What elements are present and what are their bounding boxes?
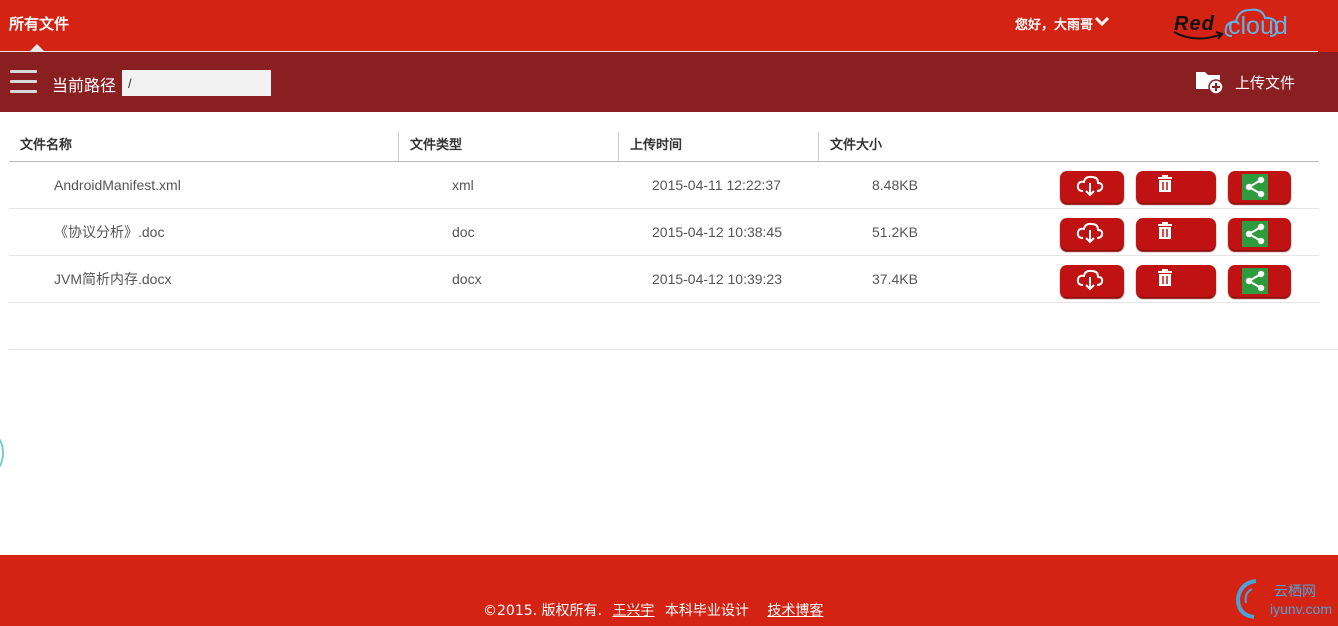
column-header-time[interactable]: 上传时间 [618,132,818,161]
table-row: JVM简析内存.docx docx 2015-04-12 10:39:23 37… [9,256,1319,303]
cloud-download-icon [1076,269,1104,291]
table-bottom-divider [9,349,1338,350]
share-icon [1242,174,1268,200]
share-button[interactable] [1228,218,1291,250]
current-path-input[interactable] [122,70,271,96]
watermark-text-top: 云栖网 [1274,584,1316,600]
file-type: docx [452,271,482,287]
file-type: doc [452,224,475,240]
trash-icon [1158,269,1172,286]
chevron-down-icon[interactable] [1094,13,1110,29]
upload-time: 2015-04-12 10:39:23 [652,271,782,287]
page-footer: ©2015. 版权所有. 王兴宇 本科毕业设计 技术博客 云栖网 iyunv.c… [0,555,1338,626]
share-icon [1242,221,1268,247]
column-header-size[interactable]: 文件大小 [818,132,1018,161]
file-type: xml [452,177,474,193]
logo-text-cloud: cloud [1228,12,1288,40]
file-name[interactable]: AndroidManifest.xml [54,162,181,208]
path-bar: 当前路径 上传文件 [0,52,1338,112]
user-greeting[interactable]: 您好，大雨哥 [1015,14,1093,33]
delete-button[interactable] [1136,265,1216,297]
footer-author-link[interactable]: 王兴宇 [612,603,654,619]
footer-credits: ©2015. 版权所有. 王兴宇 本科毕业设计 技术博客 [483,600,829,620]
file-table-header: 文件名称 文件类型 上传时间 文件大小 [9,132,1319,162]
delete-button[interactable] [1136,218,1216,250]
upload-time: 2015-04-12 10:38:45 [652,224,782,240]
trash-icon [1158,175,1172,192]
share-button[interactable] [1228,171,1291,203]
table-row: AndroidManifest.xml xml 2015-04-11 12:22… [9,162,1319,209]
upload-file-label: 上传文件 [1235,73,1296,92]
footer-copyright: ©2015. 版权所有. [483,603,602,619]
file-name[interactable]: JVM简析内存.docx [54,256,171,302]
watermark-text-bottom: iyunv.com [1270,601,1332,617]
delete-button[interactable] [1136,171,1216,203]
file-size: 37.4KB [872,271,918,287]
download-button[interactable] [1060,265,1124,297]
redcloud-logo: Red cloud [1172,2,1288,44]
file-name[interactable]: 《协议分析》.doc [54,209,164,255]
site-watermark: 云栖网 iyunv.com [1234,575,1338,623]
table-row: 《协议分析》.doc doc 2015-04-12 10:38:45 51.2K… [9,209,1319,256]
column-header-name[interactable]: 文件名称 [9,132,398,161]
file-size: 51.2KB [872,224,918,240]
footer-project-note: 本科毕业设计 [664,603,749,619]
trash-icon [1158,222,1172,239]
top-header: 所有文件 您好，大雨哥 Red cloud [0,0,1338,52]
watermark-swirl-icon [1235,579,1257,619]
share-icon [1242,268,1268,294]
hamburger-menu-icon[interactable] [10,70,37,94]
logo-text-red: Red [1174,13,1215,35]
download-button[interactable] [1060,218,1124,250]
nav-all-files[interactable]: 所有文件 [9,13,69,34]
footer-blog-link[interactable]: 技术博客 [767,603,823,619]
upload-time: 2015-04-11 12:22:37 [652,177,781,193]
current-path-label: 当前路径 [52,76,117,95]
share-button[interactable] [1228,265,1291,297]
folder-add-icon [1196,72,1224,95]
upload-file-button[interactable]: 上传文件 [1195,68,1295,96]
file-size: 8.48KB [872,177,918,193]
side-widget-tab[interactable] [0,435,4,471]
cloud-download-icon [1076,222,1104,244]
column-header-type[interactable]: 文件类型 [398,132,618,161]
cloud-download-icon [1076,175,1104,197]
download-button[interactable] [1060,171,1124,203]
